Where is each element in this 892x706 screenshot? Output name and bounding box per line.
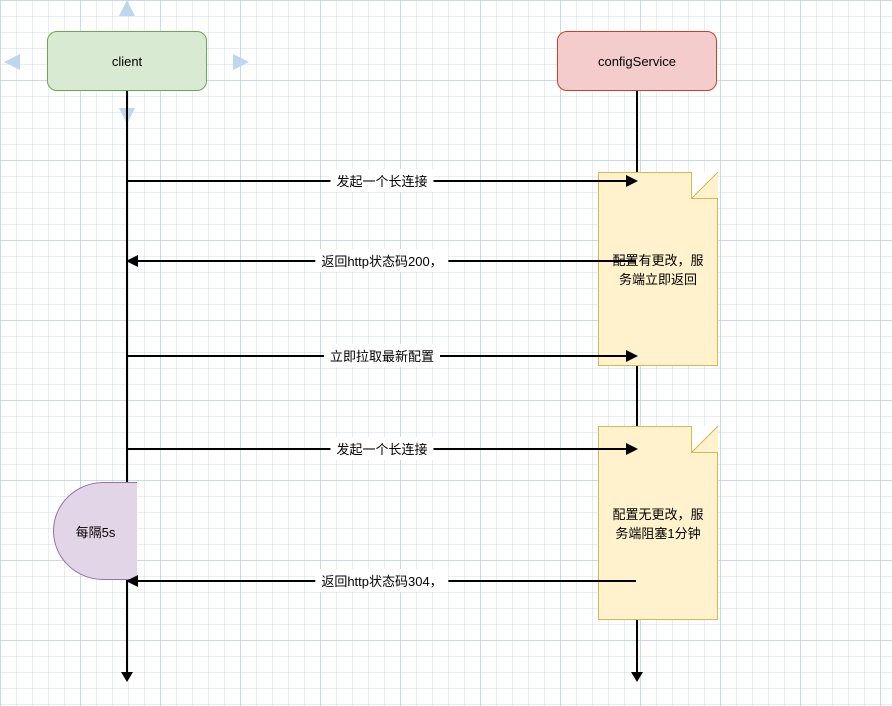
arrow-right-icon: [626, 443, 638, 455]
message-label: 返回http状态码304，: [315, 569, 448, 592]
note-text: 配置有更改，服务端立即返回: [607, 251, 709, 290]
resize-arrow-left-icon: [4, 54, 20, 70]
participant-configservice-label: configService: [598, 54, 676, 69]
message-label: 发起一个长连接: [330, 437, 433, 460]
message-label: 发起一个长连接: [330, 169, 433, 192]
message-label: 返回http状态码200，: [315, 249, 448, 272]
note-config-unchanged[interactable]: 配置无更改，服务端阻塞1分钟: [598, 426, 718, 620]
message-long-conn-2[interactable]: 发起一个长连接: [128, 448, 636, 450]
note-fold-icon: [691, 426, 718, 453]
diagram-canvas[interactable]: client configService 配置有更改，服务端立即返回 配置无更改…: [0, 0, 892, 706]
message-label: 立即拉取最新配置: [324, 344, 440, 367]
participant-client[interactable]: client: [47, 31, 207, 91]
loop-badge[interactable]: 每隔5s: [53, 482, 137, 580]
note-text: 配置无更改，服务端阻塞1分钟: [607, 505, 709, 544]
lifeline-arrowhead-icon: [121, 672, 133, 682]
arrow-right-icon: [626, 175, 638, 187]
arrow-right-icon: [626, 350, 638, 362]
participant-configservice[interactable]: configService: [557, 31, 717, 91]
message-return-200[interactable]: 返回http状态码200，: [128, 260, 636, 262]
lifeline-client: [126, 91, 128, 675]
arrow-left-icon: [126, 575, 138, 587]
participant-client-label: client: [112, 54, 142, 69]
message-pull-latest-config[interactable]: 立即拉取最新配置: [128, 355, 636, 357]
note-config-changed[interactable]: 配置有更改，服务端立即返回: [598, 172, 718, 366]
arrow-left-icon: [126, 255, 138, 267]
note-fold-icon: [691, 172, 718, 199]
message-return-304[interactable]: 返回http状态码304，: [128, 580, 636, 582]
resize-arrow-right-icon: [233, 54, 249, 70]
lifeline-arrowhead-icon: [631, 672, 643, 682]
message-long-conn-1[interactable]: 发起一个长连接: [128, 180, 636, 182]
resize-arrow-up-icon: [119, 0, 135, 16]
loop-badge-label: 每隔5s: [76, 522, 116, 541]
